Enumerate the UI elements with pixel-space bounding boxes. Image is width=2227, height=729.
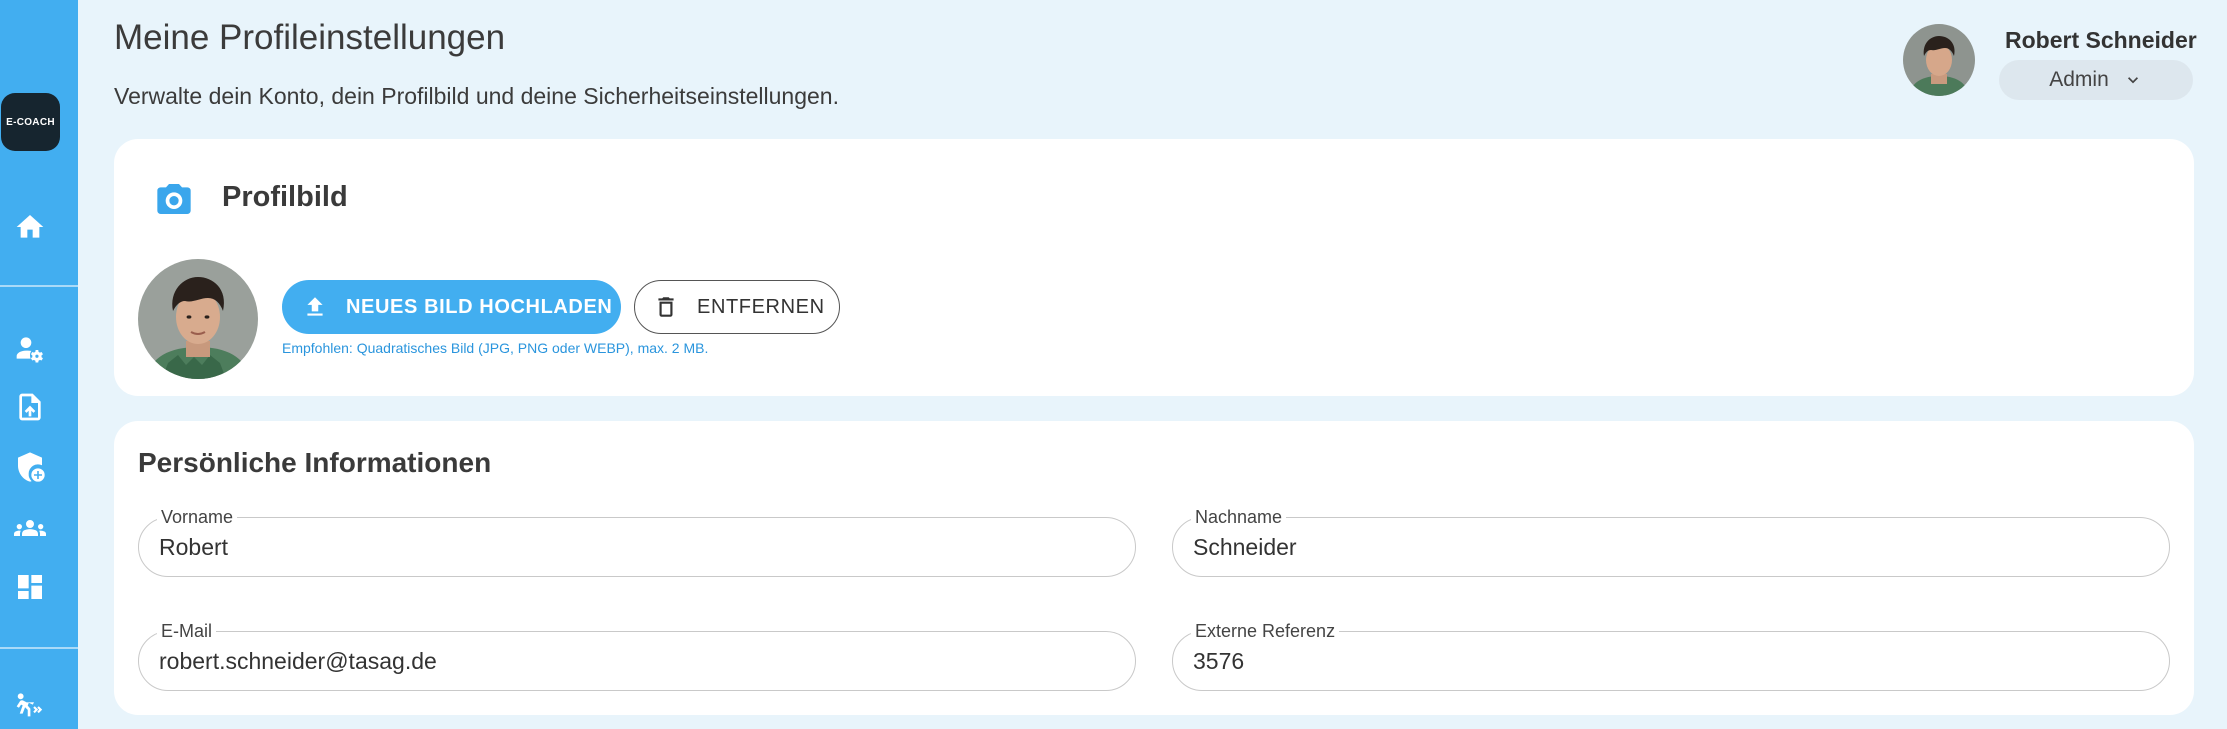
profile-picture-card: Profilbild NEUES BILD HOCHLADEN ENTFERNE… — [114, 139, 2194, 396]
camera-icon — [154, 179, 194, 219]
upload-photo-label: NEUES BILD HOCHLADEN — [346, 295, 613, 318]
sidebar-divider — [0, 285, 78, 287]
shield-add-icon[interactable] — [14, 451, 46, 483]
remove-photo-label: ENTFERNEN — [697, 295, 825, 318]
sidebar-divider — [0, 647, 78, 649]
trash-icon — [658, 297, 674, 317]
upload-hint: Empfohlen: Quadratisches Bild (JPG, PNG … — [282, 340, 709, 356]
first-name-field: Vorname — [138, 507, 1136, 577]
dashboard-icon[interactable] — [14, 571, 46, 603]
user-name: Robert Schneider — [2005, 27, 2197, 53]
external-reference-input[interactable] — [1193, 646, 2143, 676]
email-label: E-Mail — [157, 621, 217, 642]
email-field: E-Mail — [138, 621, 1136, 691]
email-input[interactable] — [159, 646, 1109, 676]
sidebar: E-COACH — [0, 0, 78, 729]
last-name-label: Nachname — [1191, 507, 1287, 528]
app-logo[interactable]: E-COACH — [1, 93, 60, 151]
file-upload-icon[interactable] — [14, 391, 46, 423]
home-icon[interactable] — [14, 211, 46, 243]
page-subtitle: Verwalte dein Konto, dein Profilbild und… — [114, 83, 839, 109]
upload-photo-button[interactable]: NEUES BILD HOCHLADEN — [282, 280, 621, 334]
remove-photo-button[interactable]: ENTFERNEN — [634, 280, 840, 334]
user-settings-icon[interactable] — [14, 332, 46, 364]
first-name-label: Vorname — [157, 507, 238, 528]
upload-icon — [307, 297, 323, 316]
card-title: Persönliche Informationen — [138, 447, 492, 478]
role-label: Admin — [2049, 68, 2109, 91]
groups-icon[interactable] — [14, 512, 46, 544]
card-title: Profilbild — [222, 181, 348, 213]
role-dropdown[interactable]: Admin — [1999, 60, 2193, 100]
chevron-down-icon — [2127, 77, 2138, 84]
external-reference-label: Externe Referenz — [1191, 621, 1340, 642]
first-name-input[interactable] — [159, 532, 1109, 562]
avatar[interactable] — [1903, 24, 1975, 96]
personal-info-card: Persönliche Informationen Vorname Nachna… — [114, 421, 2194, 715]
coaching-icon[interactable] — [14, 691, 46, 723]
last-name-field: Nachname — [1172, 507, 2170, 577]
page-title: Meine Profileinstellungen — [114, 18, 506, 57]
external-reference-field: Externe Referenz — [1172, 621, 2170, 691]
last-name-input[interactable] — [1193, 532, 2143, 562]
profile-photo — [138, 259, 258, 379]
